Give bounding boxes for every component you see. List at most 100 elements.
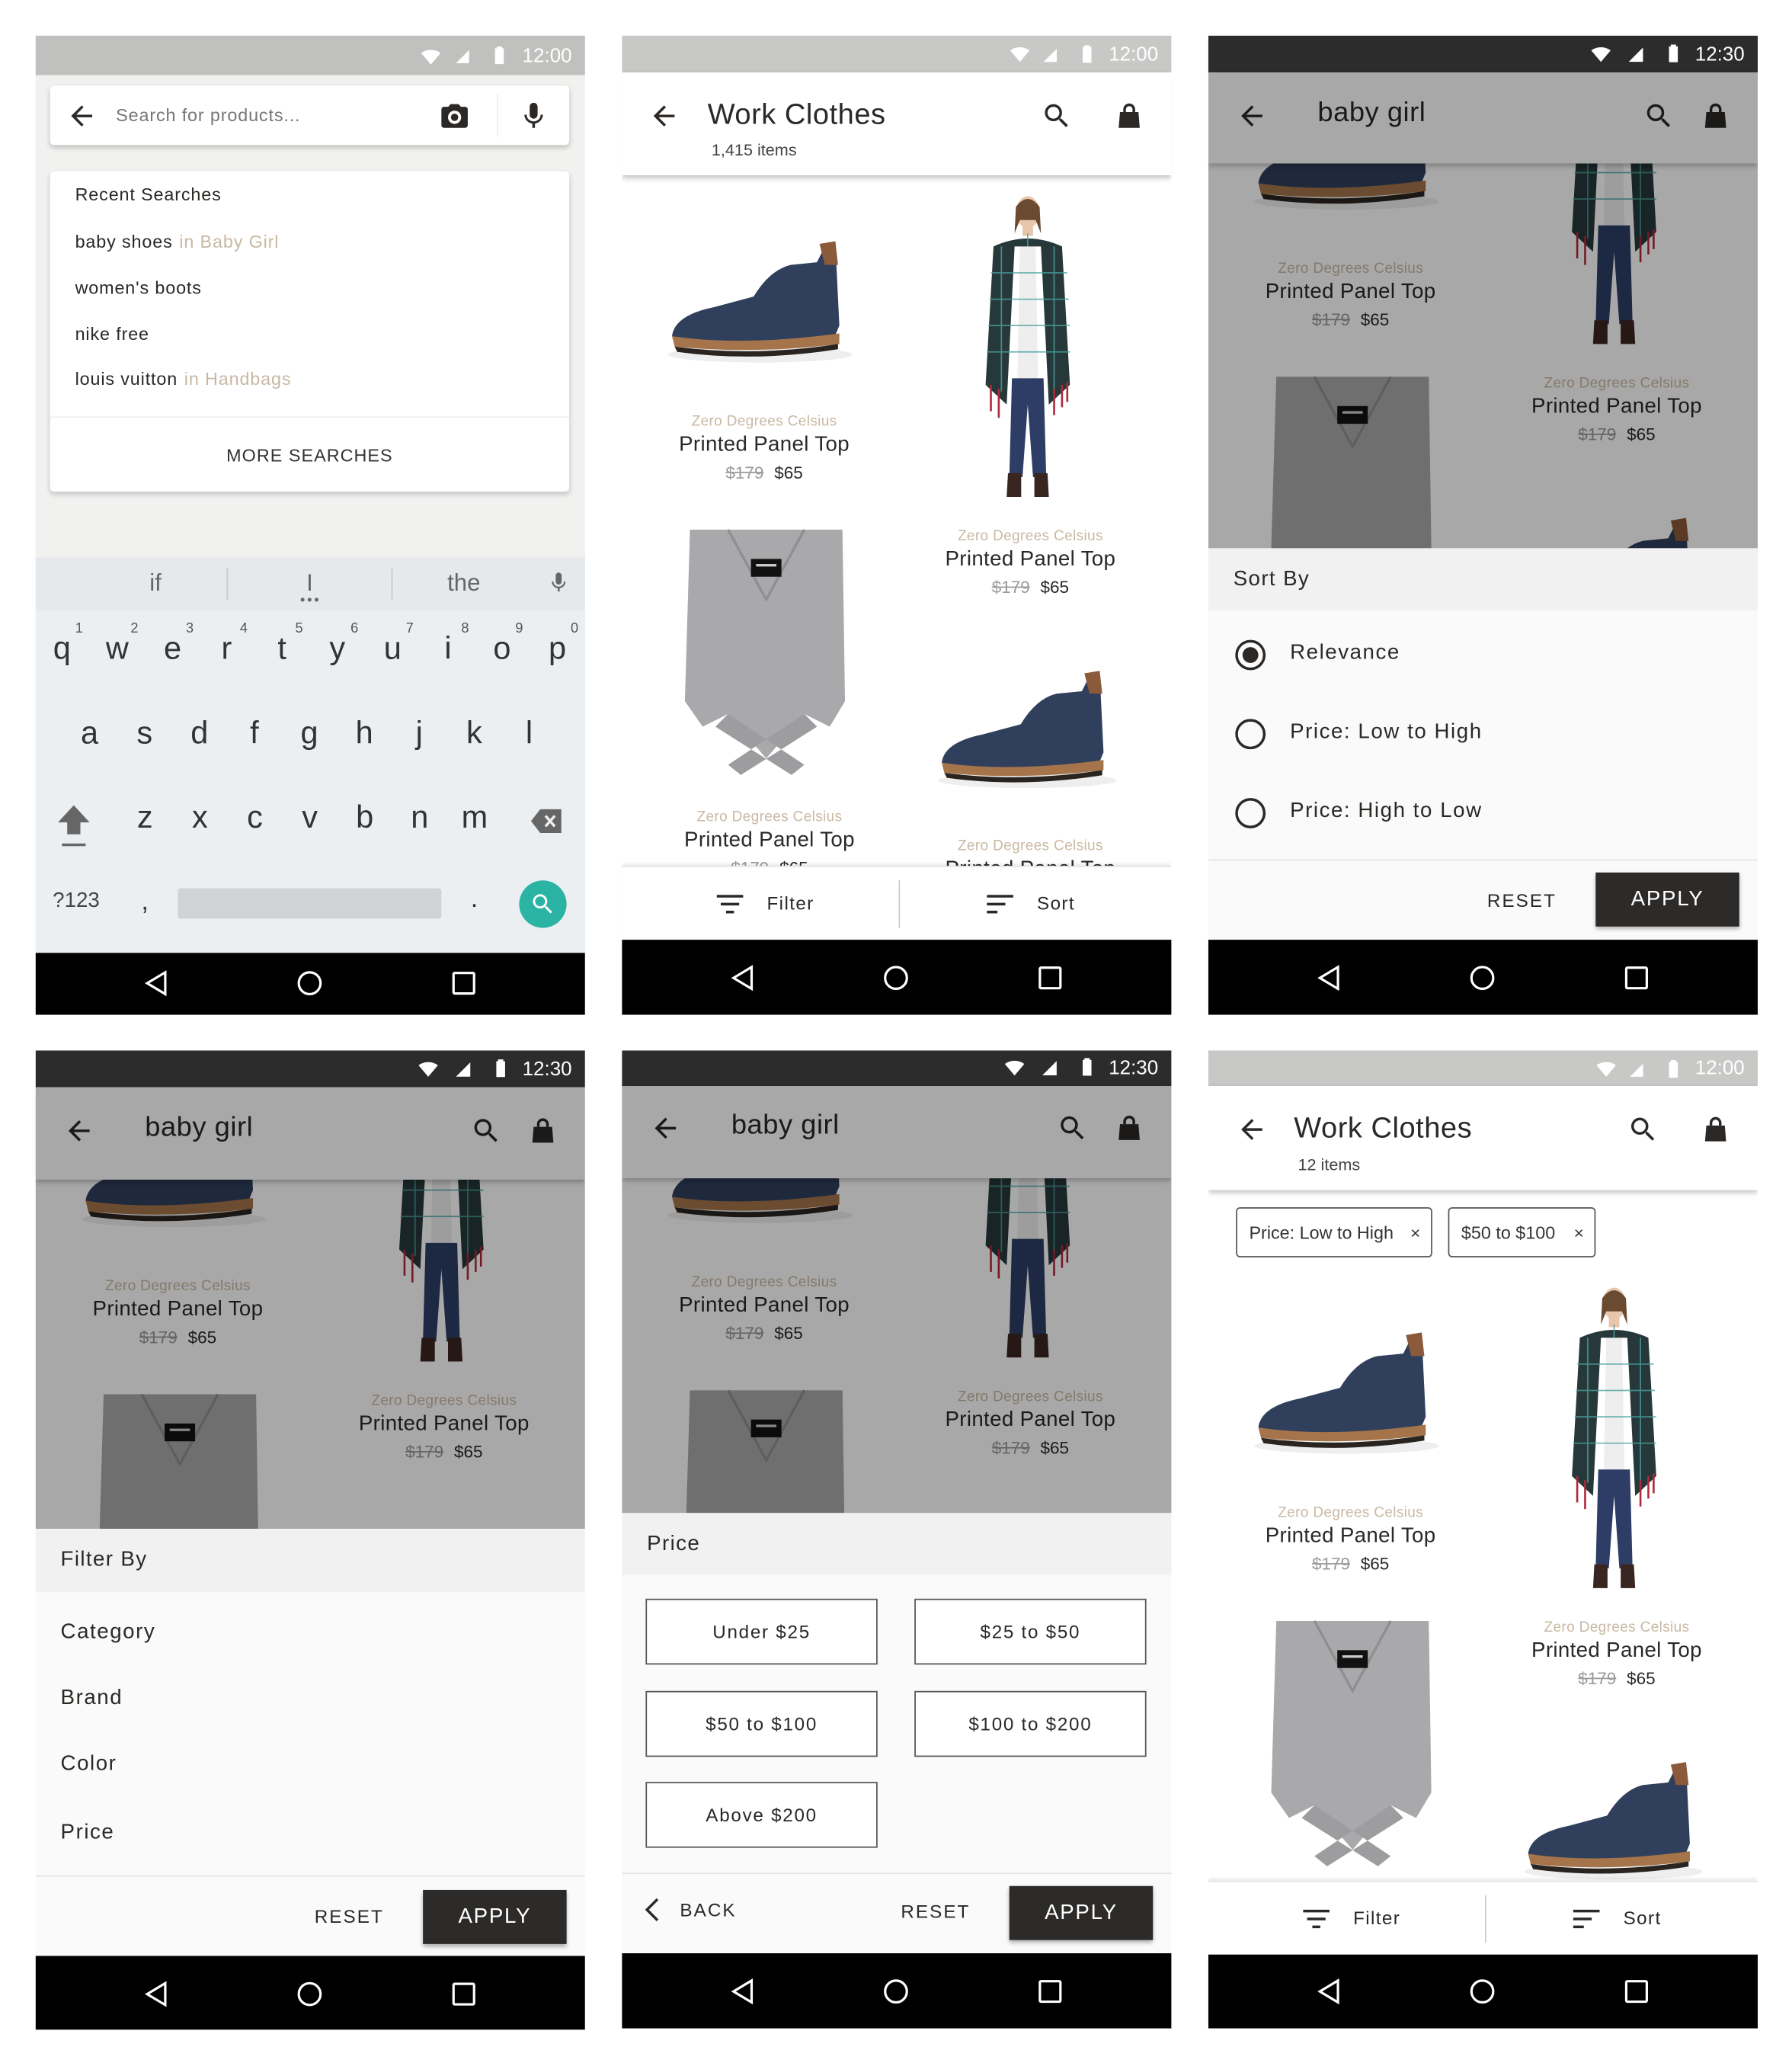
price-range-option[interactable]: Above $200 — [645, 1782, 878, 1848]
search-icon[interactable] — [1041, 100, 1073, 132]
nav-home-icon[interactable] — [882, 963, 910, 992]
price-range-option[interactable]: $100 to $200 — [914, 1690, 1147, 1757]
nav-home-icon[interactable] — [295, 1980, 324, 2009]
reset-button[interactable]: RESET — [1487, 889, 1557, 911]
price-range-option[interactable]: Under $25 — [645, 1598, 878, 1665]
filter-option[interactable]: Category — [61, 1621, 156, 1645]
symbols-key[interactable]: ?123 — [53, 889, 100, 913]
key[interactable]: z — [137, 800, 153, 837]
suggestion[interactable]: I — [306, 569, 313, 597]
nav-recents-icon[interactable] — [450, 1980, 478, 2009]
key[interactable]: o — [493, 631, 510, 668]
filter-button[interactable]: Filter — [767, 892, 814, 914]
filter-option[interactable]: Price — [61, 1821, 115, 1845]
search-icon[interactable] — [1627, 1113, 1659, 1145]
sort-icon[interactable] — [984, 889, 1016, 921]
scrim[interactable] — [35, 1087, 585, 1530]
key[interactable]: y — [329, 631, 345, 668]
filter-button[interactable]: Filter — [1353, 1907, 1400, 1928]
nav-recents-icon[interactable] — [1035, 1977, 1064, 2006]
key[interactable]: a — [81, 716, 98, 752]
filter-option[interactable]: Brand — [61, 1687, 123, 1711]
suggestion[interactable]: the — [447, 569, 480, 597]
key[interactable]: h — [356, 716, 373, 752]
key[interactable]: k — [466, 716, 482, 752]
key[interactable]: n — [411, 800, 428, 837]
nav-home-icon[interactable] — [1468, 1977, 1497, 2006]
recent-search-item[interactable]: baby shoes in Baby Girl — [75, 232, 280, 251]
shift-key-icon[interactable] — [56, 802, 91, 850]
search-input[interactable] — [116, 98, 406, 131]
chevron-left-icon[interactable] — [638, 1894, 667, 1923]
filter-icon[interactable] — [1301, 1903, 1333, 1935]
sort-chip[interactable]: Price: Low to High × — [1236, 1207, 1432, 1257]
nav-home-icon[interactable] — [295, 969, 324, 998]
key[interactable]: s — [136, 716, 152, 752]
nav-back-icon[interactable] — [1315, 963, 1344, 992]
close-icon[interactable]: × — [1574, 1222, 1584, 1242]
back-button[interactable]: BACK — [680, 1899, 736, 1920]
key[interactable]: e — [164, 631, 181, 668]
nav-back-icon[interactable] — [142, 969, 171, 998]
more-searches-button[interactable]: MORE SEARCHES — [50, 446, 569, 466]
key[interactable]: c — [247, 800, 263, 837]
shopping-bag-icon[interactable] — [1700, 1113, 1732, 1145]
nav-recents-icon[interactable] — [1035, 963, 1064, 992]
key[interactable]: j — [416, 716, 423, 752]
space-bar[interactable] — [178, 888, 442, 919]
key[interactable]: q — [53, 631, 71, 668]
sort-option[interactable]: Price: High to Low — [1208, 786, 1758, 839]
apply-button[interactable]: APPLY — [1595, 872, 1739, 927]
price-chip[interactable]: $50 to $100 × — [1448, 1207, 1596, 1257]
price-range-option[interactable]: $50 to $100 — [645, 1690, 878, 1757]
nav-recents-icon[interactable] — [450, 969, 478, 998]
apply-button[interactable]: APPLY — [423, 1889, 567, 1944]
camera-icon[interactable] — [439, 100, 471, 132]
recent-search-item[interactable]: nike free — [75, 324, 156, 344]
nav-home-icon[interactable] — [1468, 963, 1497, 992]
comma-key[interactable]: , — [141, 887, 149, 918]
radio-selected-icon[interactable] — [1234, 639, 1266, 671]
key[interactable]: r — [222, 631, 232, 668]
key[interactable]: i — [444, 631, 451, 668]
close-icon[interactable]: × — [1410, 1222, 1420, 1242]
nav-home-icon[interactable] — [882, 1977, 910, 2006]
radio-unselected-icon[interactable] — [1234, 719, 1266, 751]
search-action-key[interactable] — [519, 880, 567, 928]
scrim[interactable] — [1208, 72, 1758, 549]
key[interactable]: d — [190, 716, 208, 752]
nav-recents-icon[interactable] — [1622, 1977, 1651, 2006]
sort-option[interactable]: Relevance — [1208, 629, 1758, 681]
price-range-option[interactable]: $25 to $50 — [914, 1598, 1147, 1665]
shopping-bag-icon[interactable] — [1113, 100, 1145, 132]
nav-back-icon[interactable] — [142, 1980, 171, 2009]
key[interactable]: v — [302, 800, 318, 837]
microphone-icon[interactable] — [518, 100, 550, 132]
radio-unselected-icon[interactable] — [1234, 797, 1266, 829]
key[interactable]: w — [106, 631, 129, 668]
nav-back-icon[interactable] — [728, 963, 757, 992]
voice-input-icon[interactable] — [547, 568, 571, 597]
sort-button[interactable]: Sort — [1624, 1907, 1662, 1928]
scrim[interactable] — [622, 1086, 1172, 1514]
suggestion[interactable]: if — [149, 569, 162, 597]
key[interactable]: g — [301, 716, 318, 752]
back-arrow-icon[interactable] — [1236, 1113, 1268, 1145]
reset-button[interactable]: RESET — [901, 1901, 970, 1922]
recent-search-item[interactable]: louis vuitton in Handbags — [75, 369, 292, 389]
key[interactable]: l — [526, 716, 533, 752]
key[interactable]: u — [384, 631, 402, 668]
filter-icon[interactable] — [714, 889, 746, 921]
more-suggestions-icon[interactable] — [299, 597, 321, 603]
key[interactable]: b — [356, 800, 373, 837]
sort-option[interactable]: Price: Low to High — [1208, 708, 1758, 761]
backspace-key-icon[interactable] — [530, 808, 564, 834]
filter-option[interactable]: Color — [61, 1753, 117, 1776]
nav-recents-icon[interactable] — [1622, 963, 1651, 992]
back-arrow-icon[interactable] — [648, 100, 680, 132]
back-arrow-icon[interactable] — [66, 100, 98, 132]
apply-button[interactable]: APPLY — [1009, 1885, 1154, 1940]
sort-button[interactable]: Sort — [1037, 892, 1075, 914]
sort-icon[interactable] — [1570, 1903, 1602, 1935]
key[interactable]: m — [462, 800, 488, 837]
